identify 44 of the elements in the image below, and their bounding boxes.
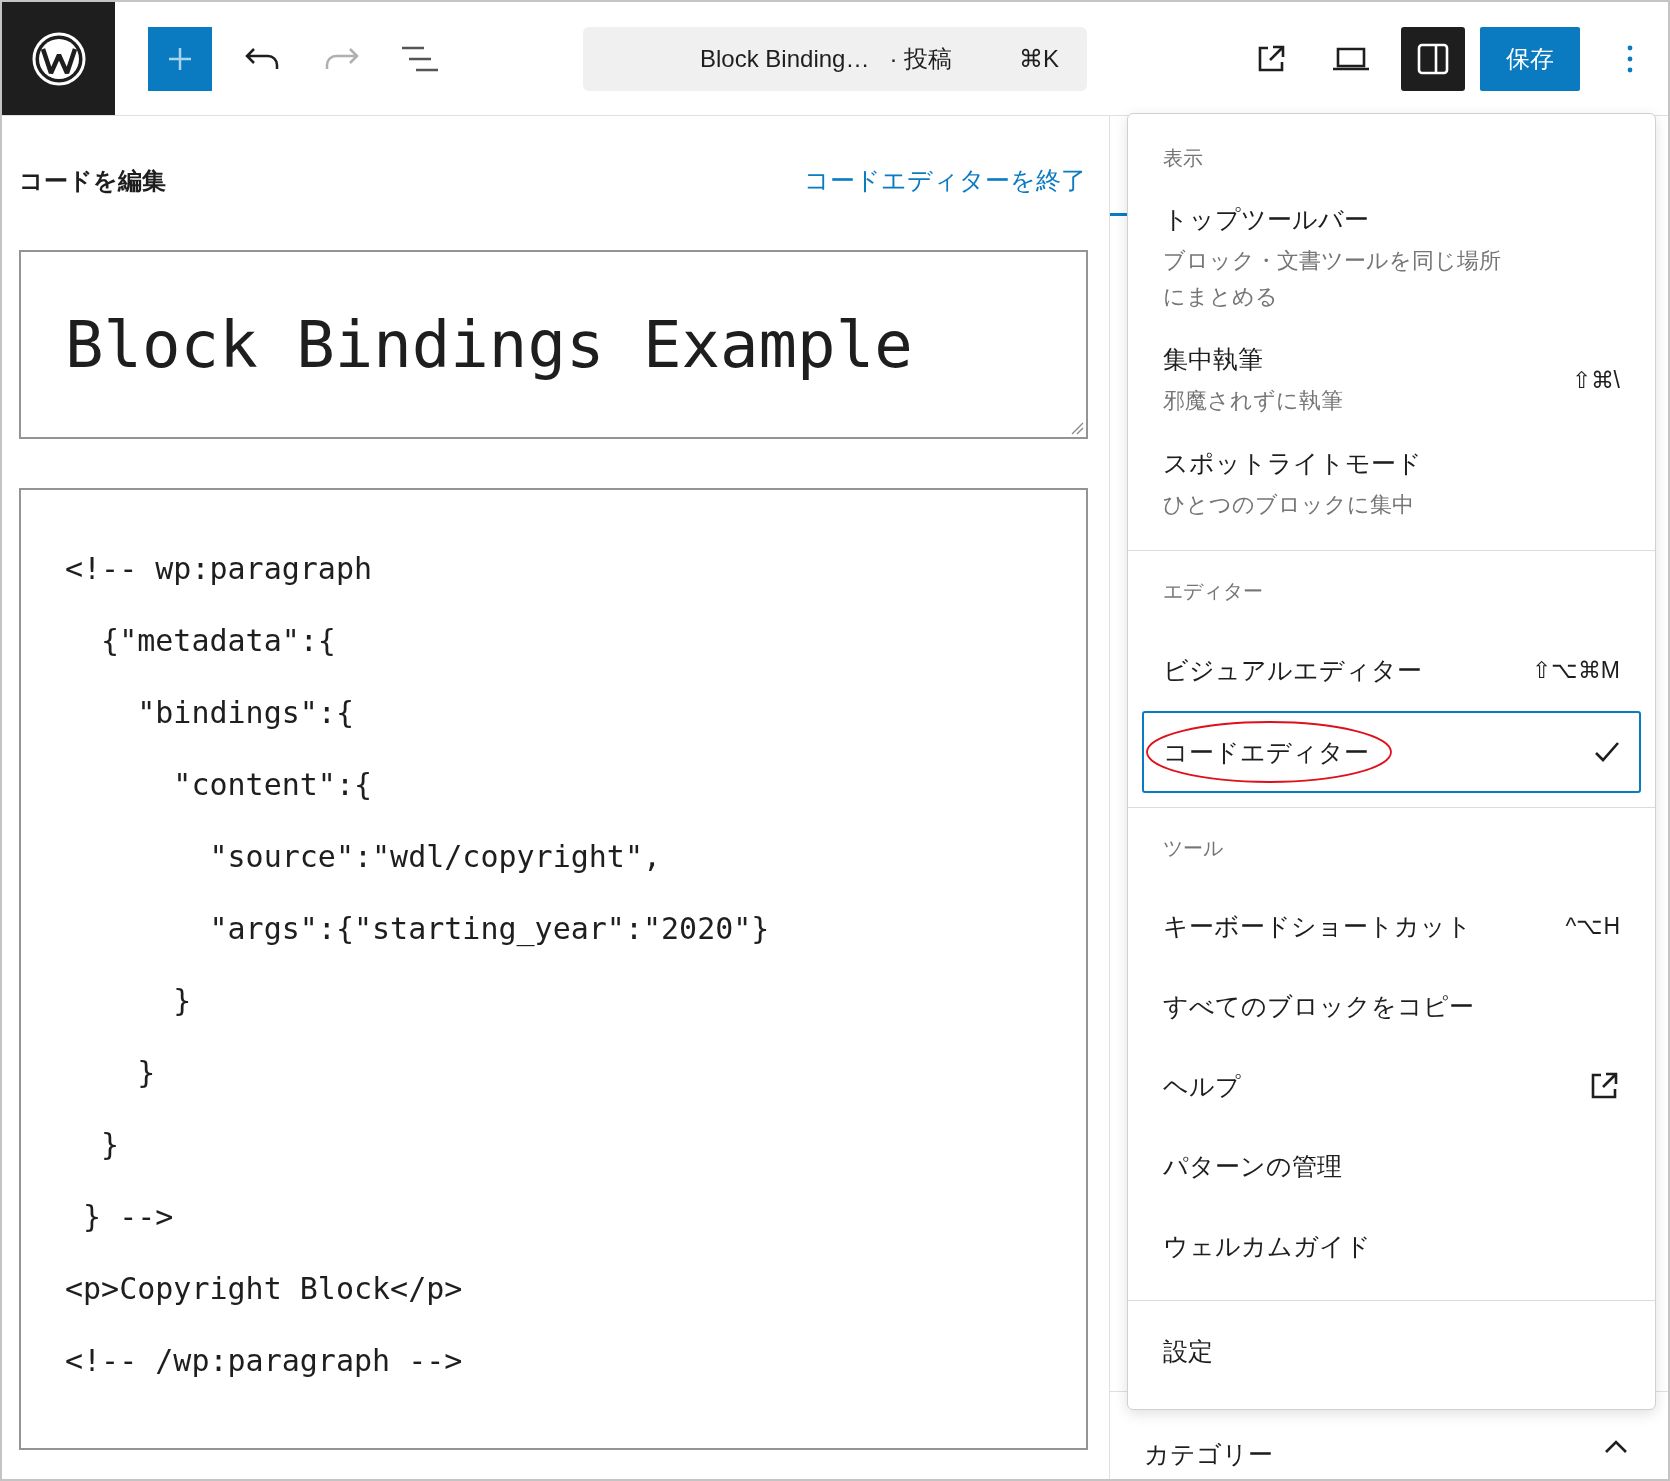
code-line: <!-- /wp:paragraph --> [65,1342,463,1380]
undo-icon [244,46,280,71]
checkmark-icon [1594,741,1620,763]
menu-section-heading: 表示 [1163,146,1203,171]
menu-item[interactable]: 設定 [1142,1311,1641,1391]
save-button[interactable]: 保存 [1480,26,1580,91]
redo-icon [324,46,360,71]
menu-item[interactable]: すべてのブロックをコピー [1142,966,1641,1046]
list-icon [401,45,439,72]
settings-sidebar-button[interactable] [1401,26,1465,91]
code-line: {"metadata":{ [100,622,336,660]
menu-item[interactable]: ウェルカムガイド [1142,1206,1641,1286]
document-title-bar[interactable]: Block Binding… · 投稿 ⌘K [583,26,1087,91]
menu-item[interactable]: ビジュアルエディター ⇧⌥⌘M [1142,629,1641,711]
menu-item[interactable]: トップツールバー ブロック・文書ツールを同じ場所にまとめる [1142,188,1641,328]
code-line: } --> [82,1198,174,1236]
code-line: "args":{"starting_year":"2020"} [208,910,770,949]
laptop-icon [1331,45,1371,72]
code-line: <!-- wp:paragraph [65,550,373,588]
code-field[interactable]: <!-- wp:paragraph {"metadata":{ "bindings":{ "content":{ "source":"wdl/copyright", "args":{"starting_year":"2020"} } } } } --> <p>Copyright Block</p> <!-- /wp:paragraph --> [19,488,1088,1450]
title-field[interactable]: Block Bindings Example [19,250,1088,439]
resize-handle-icon[interactable] [1070,421,1084,435]
menu-item[interactable]: パターンの管理 [1142,1126,1641,1206]
code-line: } [100,1126,120,1164]
sidebar-icon [1416,41,1450,76]
logo-icon[interactable] [2,2,115,115]
plus-icon [167,45,193,72]
exit-code-editor-link[interactable]: コードエディターを終了 [804,162,1086,200]
menu-item[interactable]: 集中執筆 邪魔されずに執筆 ⇧⌘\ [1142,328,1641,432]
code-line: "content":{ [172,766,373,804]
code-line: } [172,982,192,1020]
code-line: "bindings":{ [136,694,354,732]
menu-item[interactable]: ヘルプ [1142,1046,1641,1126]
more-vertical-icon [1627,43,1633,74]
add-block-button[interactable] [148,26,212,91]
code-line: <p>Copyright Block</p> [65,1270,463,1308]
code-line: } [136,1054,156,1092]
menu-item[interactable]: スポットライトモード ひとつのブロックに集中 [1142,432,1641,536]
code-line: "source":"wdl/copyright", [208,838,662,876]
menu-item[interactable]: キーボードショートカット ^⌥H [1142,886,1641,966]
editor-heading: コードを編集 [19,166,166,196]
menu-section-heading: ツール [1163,836,1223,861]
menu-section-heading: エディター [1163,579,1263,604]
menu-item[interactable]: コードエディター [1142,711,1641,793]
